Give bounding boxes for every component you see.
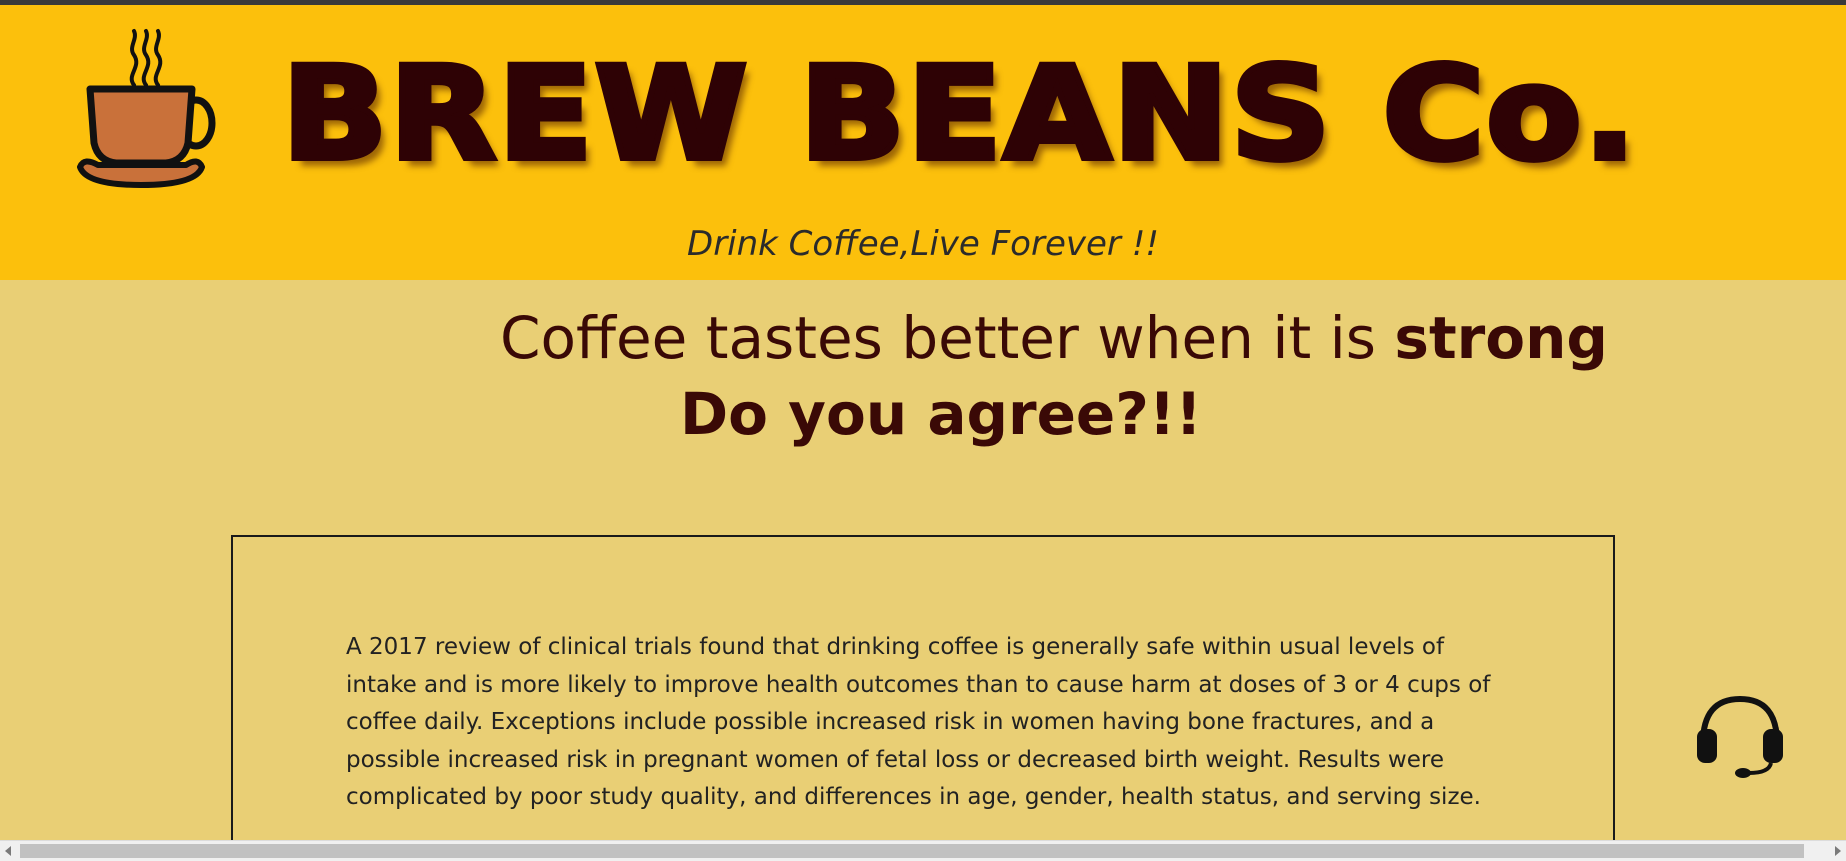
hero-headline: Coffee tastes better when it is strong	[500, 302, 1608, 374]
coffee-cup-icon	[77, 29, 216, 188]
site-header: BREW BEANS Co. Drink Coffee,Live Forever…	[0, 5, 1846, 280]
scroll-left-arrow-icon[interactable]	[5, 846, 11, 856]
hero-headline-emphasis: strong	[1394, 304, 1608, 372]
scroll-right-arrow-icon[interactable]	[1835, 846, 1841, 856]
hero-question: Do you agree?!!	[680, 380, 1202, 448]
brand-name: BREW BEANS Co.	[279, 40, 1640, 189]
tagline: Drink Coffee,Live Forever !!	[687, 224, 1159, 264]
article-box: A 2017 review of clinical trials found t…	[231, 535, 1615, 855]
headset-icon[interactable]	[1693, 693, 1787, 781]
hero-headline-text: Coffee tastes better when it is	[500, 304, 1395, 372]
scrollbar-thumb[interactable]	[20, 844, 1804, 858]
article-text: A 2017 review of clinical trials found t…	[346, 634, 1491, 810]
horizontal-scrollbar[interactable]	[0, 840, 1846, 861]
